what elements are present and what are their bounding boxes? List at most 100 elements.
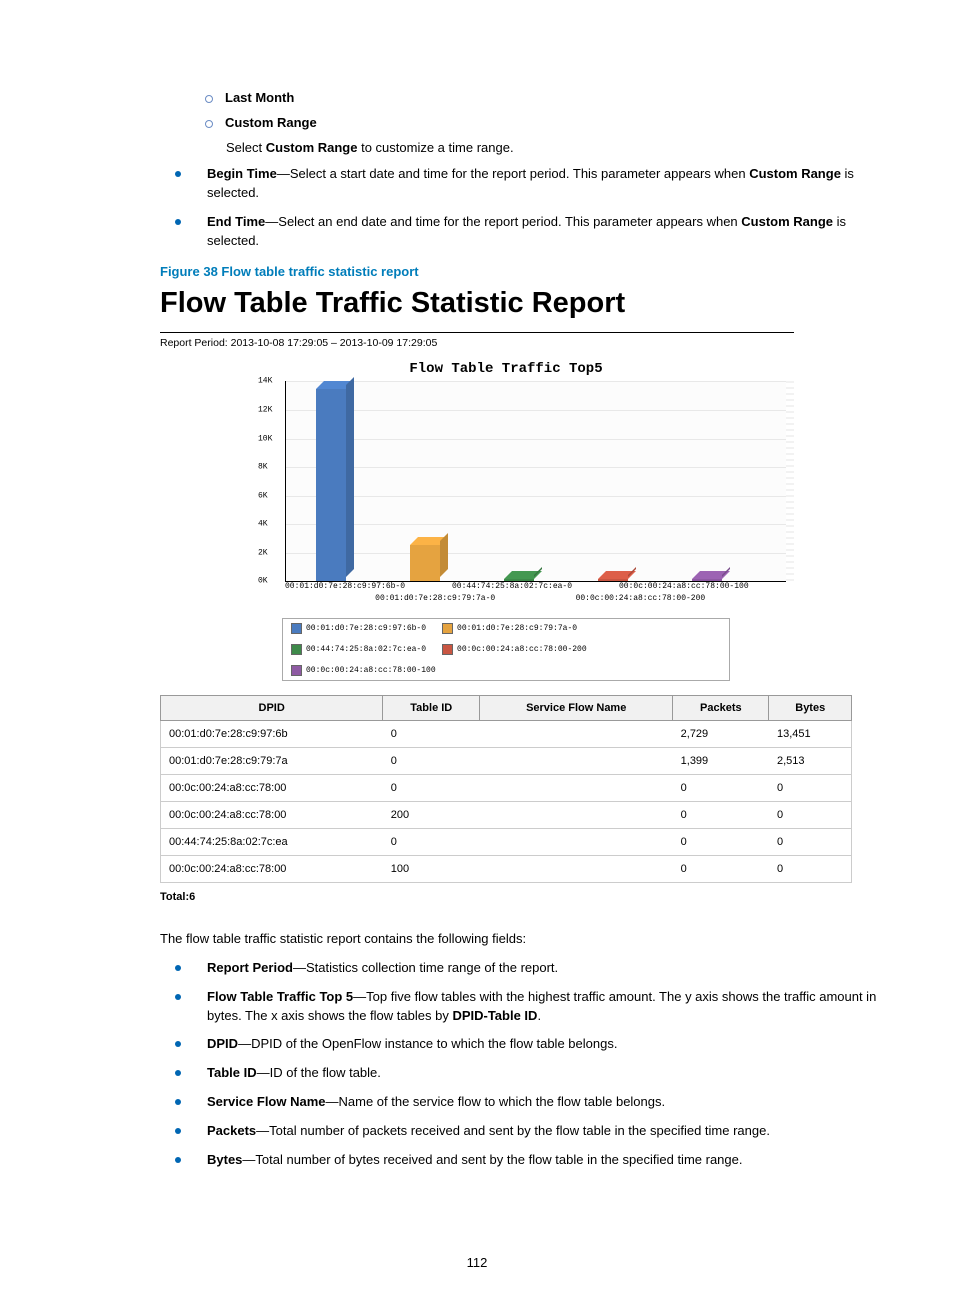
dot-bullet-icon <box>175 1041 181 1047</box>
y-tick-label: 10K <box>258 434 272 443</box>
legend-swatch-icon <box>442 644 453 655</box>
table-cell: 0 <box>383 721 480 748</box>
y-tick-label: 6K <box>258 491 268 500</box>
y-tick-label: 0K <box>258 577 268 586</box>
table-cell: 00:0c:00:24:a8:cc:78:00 <box>161 775 383 802</box>
chart-bar <box>410 545 440 581</box>
table-cell <box>480 802 673 829</box>
chart-plot-area: 0K2K4K6K8K10K12K14K <box>285 381 786 582</box>
table-row: 00:0c:00:24:a8:cc:78:00000 <box>161 775 852 802</box>
bullet-item: Report Period—Statistics collection time… <box>175 959 894 978</box>
bullet-item: Packets—Total number of packets received… <box>175 1122 894 1141</box>
chart-bar <box>504 579 534 581</box>
table-cell: 0 <box>673 802 769 829</box>
table-cell: 13,451 <box>769 721 852 748</box>
table-row: 00:01:d0:7e:28:c9:97:6b02,72913,451 <box>161 721 852 748</box>
table-row: 00:01:d0:7e:28:c9:79:7a0 1,3992,513 <box>161 748 852 775</box>
dot-bullet-icon <box>175 1128 181 1134</box>
bullet-item: End Time—Select an end date and time for… <box>175 213 894 251</box>
table-cell <box>480 856 673 883</box>
table-cell: 0 <box>673 775 769 802</box>
legend-swatch-icon <box>291 644 302 655</box>
legend-item: 00:01:d0:7e:28:c9:97:6b-0 <box>291 623 426 634</box>
divider <box>160 332 794 333</box>
table-cell: 0 <box>383 748 480 775</box>
y-tick-label: 2K <box>258 548 268 557</box>
bullet-item: DPID—DPID of the OpenFlow instance to wh… <box>175 1035 894 1054</box>
legend-swatch-icon <box>442 623 453 634</box>
fields-intro: The flow table traffic statistic report … <box>160 929 894 949</box>
table-header: Table ID <box>383 696 480 721</box>
table-row: 00:0c:00:24:a8:cc:78:0020000 <box>161 802 852 829</box>
page-number: 112 <box>0 1255 954 1270</box>
sub-item-label: Custom Range <box>225 115 317 130</box>
dot-bullet-icon <box>175 994 181 1000</box>
dot-bullet-icon <box>175 1157 181 1163</box>
bullet-item: Bytes—Total number of bytes received and… <box>175 1151 894 1170</box>
circle-bullet-icon <box>205 120 213 128</box>
bullet-text: Packets—Total number of packets received… <box>207 1122 770 1141</box>
select-hint: Select Custom Range to customize a time … <box>226 140 894 155</box>
table-cell <box>480 829 673 856</box>
table-cell: 1,399 <box>673 748 769 775</box>
x-tick-label: 00:01:d0:7e:28:c9:79:7a-0 <box>375 594 495 603</box>
legend-label: 00:01:d0:7e:28:c9:79:7a-0 <box>457 624 577 633</box>
bullet-item: Begin Time—Select a start date and time … <box>175 165 894 203</box>
legend-label: 00:0c:00:24:a8:cc:78:00-100 <box>306 666 436 675</box>
table-cell: 0 <box>673 856 769 883</box>
y-tick-label: 12K <box>258 405 272 414</box>
table-cell: 00:44:74:25:8a:02:7c:ea <box>161 829 383 856</box>
table-cell: 0 <box>769 829 852 856</box>
table-cell: 0 <box>383 829 480 856</box>
table-cell: 00:01:d0:7e:28:c9:79:7a <box>161 748 383 775</box>
legend-swatch-icon <box>291 665 302 676</box>
table-cell: 100 <box>383 856 480 883</box>
chart-bar <box>692 579 722 581</box>
chart-bar <box>316 389 346 581</box>
table-cell <box>480 748 673 775</box>
table-cell: 0 <box>673 829 769 856</box>
circle-bullet-icon <box>205 95 213 103</box>
bullet-item: Service Flow Name—Name of the service fl… <box>175 1093 894 1112</box>
bullet-text: Begin Time—Select a start date and time … <box>207 165 894 203</box>
bullet-text: Table ID—ID of the flow table. <box>207 1064 381 1083</box>
page: Last Month Custom Range Select Custom Ra… <box>0 0 954 1296</box>
chart-bar <box>598 579 628 581</box>
bullet-item: Table ID—ID of the flow table. <box>175 1064 894 1083</box>
x-tick-label: 00:0c:00:24:a8:cc:78:00-200 <box>576 594 706 603</box>
sub-item-label: Last Month <box>225 90 294 105</box>
dot-bullet-icon <box>175 171 181 177</box>
table-cell <box>480 721 673 748</box>
table-cell <box>480 775 673 802</box>
table-header: Bytes <box>769 696 852 721</box>
chart-container: Flow Table Traffic Top5 0K2K4K6K8K10K12K… <box>160 361 852 681</box>
sub-item: Last Month <box>205 90 894 105</box>
legend-label: 00:01:d0:7e:28:c9:97:6b-0 <box>306 624 426 633</box>
table-cell: 2,513 <box>769 748 852 775</box>
y-tick-label: 14K <box>258 377 272 386</box>
table-cell: 00:01:d0:7e:28:c9:97:6b <box>161 721 383 748</box>
legend-item: 00:0c:00:24:a8:cc:78:00-200 <box>442 644 587 655</box>
bullet-text: End Time—Select an end date and time for… <box>207 213 894 251</box>
legend-swatch-icon <box>291 623 302 634</box>
x-tick-label: 00:44:74:25:8a:02:7c:ea-0 <box>452 582 572 591</box>
x-tick-label: 00:0c:00:24:a8:cc:78:00-100 <box>619 582 749 591</box>
table-header: Service Flow Name <box>480 696 673 721</box>
bullet-text: Flow Table Traffic Top 5—Top five flow t… <box>207 988 894 1026</box>
table-row: 00:0c:00:24:a8:cc:78:00100 00 <box>161 856 852 883</box>
table-cell: 0 <box>383 775 480 802</box>
dot-bullet-icon <box>175 1070 181 1076</box>
table-header: DPID <box>161 696 383 721</box>
table-cell: 0 <box>769 856 852 883</box>
legend-label: 00:0c:00:24:a8:cc:78:00-200 <box>457 645 587 654</box>
chart-x-axis-labels: 00:01:d0:7e:28:c9:97:6b-0 00:44:74:25:8a:… <box>285 582 786 612</box>
table-cell: 00:0c:00:24:a8:cc:78:00 <box>161 856 383 883</box>
x-tick-label: 00:01:d0:7e:28:c9:97:6b-0 <box>285 582 405 591</box>
bullet-text: Report Period—Statistics collection time… <box>207 959 558 978</box>
bullet-item: Flow Table Traffic Top 5—Top five flow t… <box>175 988 894 1026</box>
sub-list: Last Month Custom Range <box>205 90 894 130</box>
flow-table: DPIDTable IDService Flow NamePacketsByte… <box>160 695 852 883</box>
legend-label: 00:44:74:25:8a:02:7c:ea-0 <box>306 645 426 654</box>
text: to customize a time range. <box>357 140 513 155</box>
bullet-text: DPID—DPID of the OpenFlow instance to wh… <box>207 1035 617 1054</box>
